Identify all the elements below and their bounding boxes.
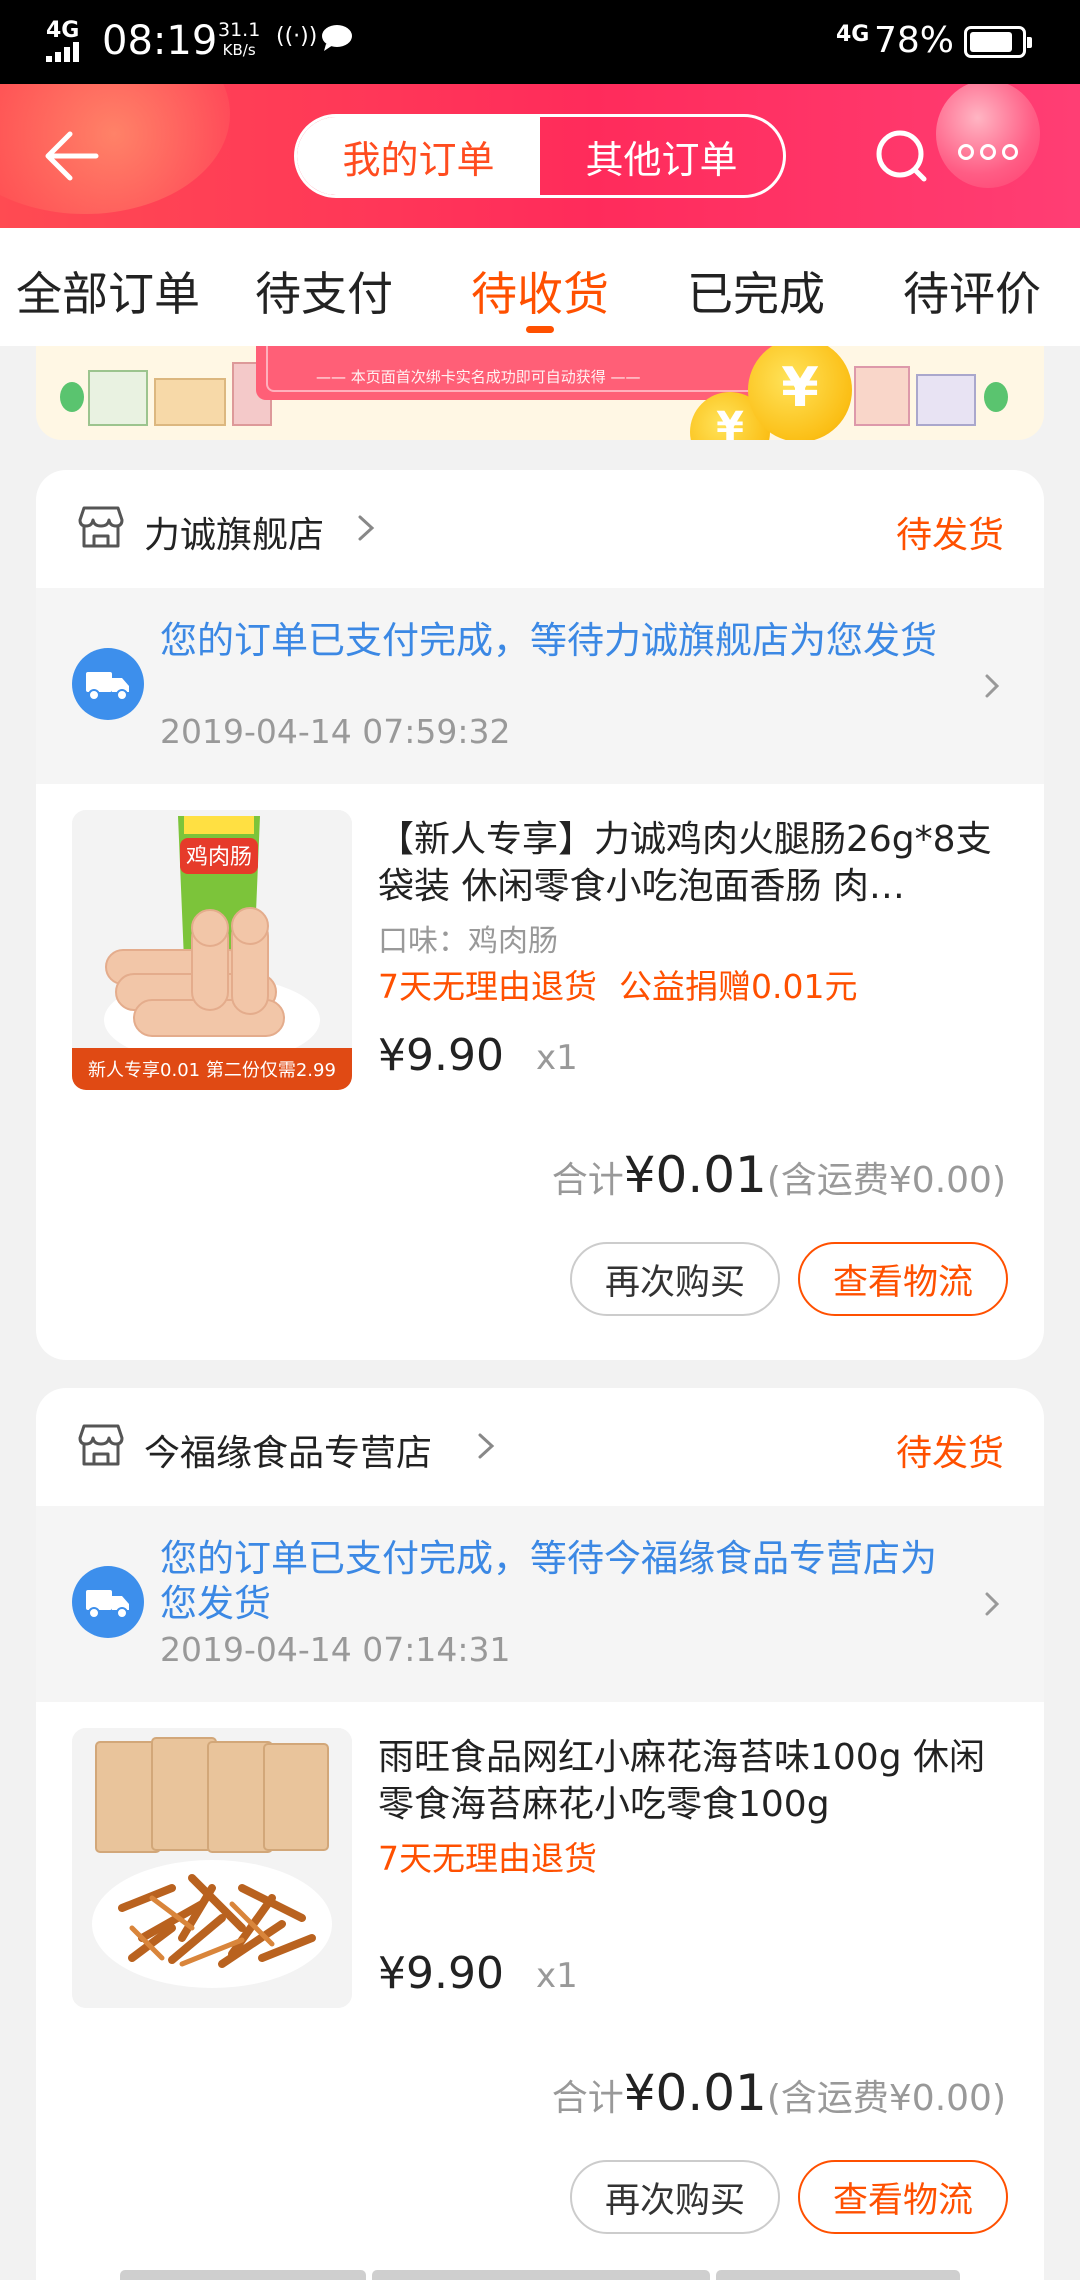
tab-completed[interactable]: 已完成 <box>648 228 864 346</box>
service-tags: 7天无理由退货 公益捐赠0.01元 <box>378 960 879 1008</box>
building-icon <box>916 374 976 426</box>
shipping-notice[interactable]: 您的订单已支付完成，等待今福缘食品专营店为您发货 2019-04-14 07:1… <box>36 1506 1044 1702</box>
shipping-notice[interactable]: 您的订单已支付完成，等待力诚旗舰店为您发货 2019-04-14 07:59:3… <box>36 588 1044 784</box>
building-icon <box>854 366 910 426</box>
shop-header[interactable]: 今福缘食品专营店 待发货 <box>36 1388 1044 1506</box>
product-image[interactable]: 鸡肉肠 新人专享0.01 第二份仅需2.99 <box>72 810 352 1090</box>
search-icon[interactable] <box>870 124 934 188</box>
shop-name[interactable]: 力诚旗舰店 <box>144 506 324 558</box>
shop-name[interactable]: 今福缘食品专营店 <box>144 1424 432 1476</box>
chevron-right-icon <box>985 1592 1000 1616</box>
tag-charity: 公益捐赠0.01元 <box>619 967 858 1006</box>
tree-icon <box>984 382 1008 412</box>
view-logistics-button[interactable]: 查看物流 <box>798 1242 1008 1316</box>
shop-icon <box>78 1424 124 1466</box>
network-speed: 31.1 KB/s <box>218 20 260 60</box>
tab-pending-payment[interactable]: 待支付 <box>216 228 432 346</box>
order-type-toggle: 我的订单 其他订单 <box>294 114 786 198</box>
shop-icon <box>78 506 124 548</box>
order-status: 待发货 <box>895 1433 1004 1474</box>
more-menu-button[interactable] <box>936 84 1040 188</box>
back-arrow-icon[interactable] <box>36 122 104 190</box>
building-icon <box>88 370 148 426</box>
tab-pending-receipt[interactable]: 待收货 <box>432 228 648 346</box>
network-type-right: 4G <box>836 22 870 47</box>
chevron-right-icon <box>985 674 1000 698</box>
order-card: 力诚旗舰店 待发货 您的订单已支付完成，等待力诚旗舰店为您发货 2019-04-… <box>36 470 1044 1360</box>
network-type-left: 4G <box>46 18 80 43</box>
banner-text: —— 本页面首次绑卡实名成功即可自动获得 —— <box>316 368 641 386</box>
promo-caption: 新人专享0.01 第二份仅需2.99 <box>88 1060 336 1081</box>
message-icon <box>322 25 352 51</box>
tab-pending-review[interactable]: 待评价 <box>864 228 1080 346</box>
package-label: 鸡肉肠 <box>186 845 252 870</box>
product-spec: 口味：鸡肉肠 <box>378 924 558 959</box>
tab-all-orders[interactable]: 全部订单 <box>0 228 216 346</box>
speed-unit: KB/s <box>222 41 256 59</box>
order-status-tabs: 全部订单 待支付 待收货 已完成 待评价 <box>0 228 1080 346</box>
order-card: 今福缘食品专营店 待发货 您的订单已支付完成，等待今福缘食品专营店为您发货 20… <box>36 1388 1044 2280</box>
order-total: 合计¥0.01(含运费¥0.00) <box>552 1146 1006 1204</box>
more-dots-icon <box>958 144 1018 160</box>
segment-my-orders[interactable]: 我的订单 <box>297 117 540 195</box>
signal-icon <box>46 42 80 62</box>
product-quantity: x1 <box>536 1038 578 1078</box>
shop-header[interactable]: 力诚旗舰店 待发货 <box>36 470 1044 588</box>
chevron-right-icon <box>358 515 375 541</box>
coin-icon: ¥ <box>748 346 852 440</box>
scroll-edge-hint <box>120 2270 366 2280</box>
shipping-fee: (含运费¥0.00) <box>766 1160 1006 1201</box>
product-image[interactable] <box>72 1728 352 2008</box>
product-price: ¥9.90 <box>378 1948 504 1999</box>
segment-other-orders[interactable]: 其他订单 <box>540 117 783 195</box>
total-amount: ¥0.01 <box>623 1146 767 1204</box>
rebuy-button[interactable]: 再次购买 <box>570 1242 780 1316</box>
chevron-right-icon <box>478 1433 495 1459</box>
clock: 08:19 <box>102 18 218 64</box>
scroll-edge-hint <box>372 2270 710 2280</box>
product-price: ¥9.90 <box>378 1030 504 1081</box>
tag-return-policy: 7天无理由退货 <box>378 1839 597 1878</box>
tag-return-policy: 7天无理由退货 <box>378 967 597 1006</box>
scroll-edge-hint <box>716 2270 960 2280</box>
order-status: 待发货 <box>895 515 1004 556</box>
battery-percent: 78% <box>874 20 955 61</box>
total-amount: ¥0.01 <box>623 2064 767 2122</box>
view-logistics-button[interactable]: 查看物流 <box>798 2160 1008 2234</box>
product-title[interactable]: 【新人专享】力诚鸡肉火腿肠26g*8支袋装 休闲零食小吃泡面香肠 肉… <box>378 816 1008 912</box>
promo-banner[interactable]: —— 本页面首次绑卡实名成功即可自动获得 —— ¥ ¥ <box>36 346 1044 440</box>
product-title[interactable]: 雨旺食品网红小麻花海苔味100g 休闲零食海苔麻花小吃零食100g <box>378 1734 1008 1830</box>
battery-icon <box>964 26 1032 58</box>
notice-timestamp: 2019-04-14 07:59:32 <box>160 712 511 751</box>
twist-snack-photo <box>72 1728 352 2008</box>
notice-message: 您的订单已支付完成，等待力诚旗舰店为您发货 <box>160 619 937 662</box>
truck-icon <box>72 1566 144 1638</box>
tree-icon <box>60 382 84 412</box>
notice-timestamp: 2019-04-14 07:14:31 <box>160 1630 511 1669</box>
shipping-fee: (含运费¥0.00) <box>766 2078 1006 2119</box>
header-decoration <box>0 84 230 214</box>
order-total: 合计¥0.01(含运费¥0.00) <box>552 2064 1006 2122</box>
notice-message: 您的订单已支付完成，等待今福缘食品专营店为您发货 <box>160 1537 937 1625</box>
total-label: 合计 <box>551 1160 624 1201</box>
total-label: 合计 <box>551 2078 624 2119</box>
product-quantity: x1 <box>536 1956 578 1996</box>
service-tags: 7天无理由退货 <box>378 1832 619 1880</box>
rebuy-button[interactable]: 再次购买 <box>570 2160 780 2234</box>
status-bar: 4G 08:19 31.1 KB/s ((·)) 4G 78% <box>0 0 1080 84</box>
header-bar: 我的订单 其他订单 <box>0 84 1080 228</box>
speed-value: 31.1 <box>218 19 261 41</box>
truck-icon <box>72 648 144 720</box>
building-icon <box>154 378 226 426</box>
sausage-photo: 鸡肉肠 新人专享0.01 第二份仅需2.99 <box>72 810 352 1090</box>
hotspot-icon: ((·)) <box>276 24 318 49</box>
